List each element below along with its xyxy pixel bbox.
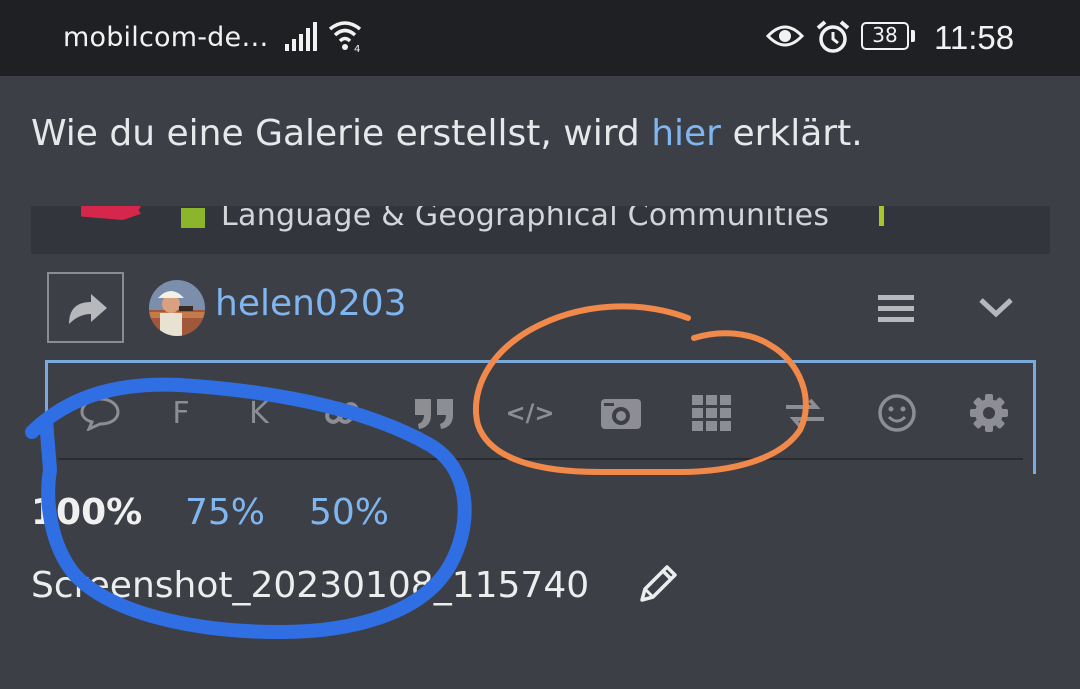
tag-marker bbox=[879, 206, 884, 226]
speech-bubble-icon bbox=[80, 397, 120, 431]
intro-text-before: Wie du eine Galerie erstellst, wird bbox=[31, 113, 652, 154]
zoom-75-option[interactable]: 75% bbox=[185, 492, 265, 533]
intro-text-after: erklärt. bbox=[721, 113, 863, 154]
zoom-50-option[interactable]: 50% bbox=[309, 492, 389, 533]
bold-button[interactable]: F bbox=[163, 391, 199, 435]
emoji-icon bbox=[878, 394, 916, 432]
editor-toolbar: F K </> bbox=[45, 360, 1036, 474]
grid-button[interactable] bbox=[690, 391, 734, 435]
battery-terminal bbox=[911, 30, 915, 42]
quote-icon bbox=[415, 399, 453, 429]
clock: 11:58 bbox=[934, 19, 1015, 56]
link-icon bbox=[325, 402, 359, 424]
toolbar-divider bbox=[58, 458, 1023, 460]
username[interactable]: helen0203 bbox=[215, 283, 407, 324]
reply-button[interactable] bbox=[47, 272, 124, 343]
image-filename: Screenshot_20230108_115740 bbox=[31, 565, 590, 606]
chevron-down-icon[interactable] bbox=[978, 296, 1014, 320]
code-button[interactable]: </> bbox=[506, 391, 555, 435]
flag-image bbox=[81, 206, 141, 220]
category-color-badge bbox=[181, 208, 205, 228]
embedded-preview: Language & Geographical Communities bbox=[31, 206, 1050, 254]
zoom-100-option[interactable]: 100% bbox=[31, 492, 142, 533]
battery-icon: 38 bbox=[861, 22, 909, 50]
alarm-icon bbox=[816, 20, 850, 53]
image-upload-icon bbox=[601, 399, 641, 429]
italic-button[interactable]: K bbox=[241, 391, 277, 435]
swap-button[interactable] bbox=[782, 391, 828, 435]
eye-icon bbox=[766, 25, 804, 47]
link-button[interactable] bbox=[320, 391, 364, 435]
settings-gear-icon bbox=[970, 394, 1008, 432]
category-label[interactable]: Language & Geographical Communities bbox=[221, 206, 829, 233]
grid-icon bbox=[692, 395, 731, 431]
hier-link[interactable]: hier bbox=[651, 113, 721, 154]
hamburger-menu-icon[interactable] bbox=[878, 293, 914, 325]
quote-button[interactable] bbox=[412, 391, 458, 435]
share-arrow-icon bbox=[69, 294, 107, 324]
carrier-label: mobilcom-de… bbox=[63, 22, 269, 53]
swap-icon bbox=[786, 398, 824, 428]
wifi-icon: 4 bbox=[328, 21, 362, 53]
avatar-photo bbox=[149, 280, 205, 336]
avatar[interactable] bbox=[149, 280, 205, 336]
image-upload-button[interactable] bbox=[598, 391, 644, 435]
signal-icon bbox=[285, 22, 317, 51]
svg-text:4: 4 bbox=[354, 44, 360, 53]
emoji-button[interactable] bbox=[874, 391, 920, 435]
settings-button[interactable] bbox=[966, 391, 1012, 435]
pencil-edit-icon[interactable] bbox=[636, 562, 680, 606]
intro-text: Wie du eine Galerie erstellst, wird hier… bbox=[31, 113, 863, 154]
status-bar: mobilcom-de… 4 38 11:58 bbox=[0, 0, 1080, 76]
speech-bubble-button[interactable] bbox=[75, 391, 125, 435]
